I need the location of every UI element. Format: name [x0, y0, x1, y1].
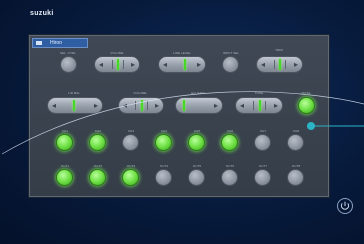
arrow-right-icon: ▸: [93, 101, 98, 110]
line-level-slider[interactable]: ◂ ▸: [158, 56, 206, 73]
level-marker: [73, 100, 75, 111]
out1-button[interactable]: [56, 169, 73, 186]
control-label: CH7: [259, 129, 267, 133]
window-tab[interactable]: Hiroo: [32, 38, 88, 48]
trim-slider[interactable]: ◂ ▸: [256, 56, 303, 73]
control-label: OUT3: [126, 164, 136, 168]
ch4-button[interactable]: [155, 134, 172, 151]
ch8-button[interactable]: [287, 134, 304, 151]
window-tab-label: Hiroo: [50, 40, 62, 46]
control-label: VOLUME: [133, 91, 147, 95]
volume-slider-2[interactable]: ◂ ▸: [118, 97, 164, 114]
window-icon: [36, 41, 42, 45]
ch3-button[interactable]: [122, 134, 139, 151]
arrow-right-icon: ▸: [130, 60, 135, 69]
control-label: OUT4: [159, 164, 169, 168]
arrow-right-icon: ▸: [154, 101, 159, 110]
level-marker: [183, 100, 185, 111]
ch6-button[interactable]: [221, 134, 238, 151]
control-label: L/R BAL: [68, 91, 80, 95]
control-label: LINE LEVEL: [173, 51, 191, 55]
tone-slider[interactable]: ◂ ▸: [235, 97, 283, 114]
mute-button[interactable]: [298, 97, 315, 114]
control-label: CH5: [193, 129, 201, 133]
volume-slider[interactable]: ◂ ▸: [94, 56, 140, 73]
control-label: TRIM: [275, 48, 283, 52]
arrow-right-icon: ▸: [213, 101, 218, 110]
out5-button[interactable]: [188, 169, 205, 186]
control-label: VOLUME: [110, 51, 124, 55]
out4-button[interactable]: [155, 169, 172, 186]
input-sel-button[interactable]: [222, 56, 239, 73]
power-button[interactable]: [337, 198, 353, 214]
arrow-left-icon: ◂: [261, 60, 266, 69]
device-panel: suzuki Hiroo SEL. CTRL VOLUME ◂ ▸ LINE L…: [0, 0, 364, 244]
control-label: CH8: [292, 129, 300, 133]
out7-button[interactable]: [254, 169, 271, 186]
ch2-button[interactable]: [89, 134, 106, 151]
arrow-left-icon: ◂: [123, 101, 128, 110]
control-label: CH1: [61, 129, 69, 133]
control-label: MUTE: [301, 91, 311, 95]
out6-button[interactable]: [221, 169, 238, 186]
brand-logo: suzuki: [30, 10, 54, 17]
sel-ctrl-button[interactable]: [60, 56, 77, 73]
control-label: OUT8: [291, 164, 301, 168]
control-label: OUT6: [225, 164, 235, 168]
level-marker: [259, 100, 261, 111]
control-label: INPUT SEL: [222, 51, 240, 55]
power-icon: [340, 201, 350, 210]
control-label: CH3: [127, 129, 135, 133]
level-marker: [141, 100, 143, 111]
ch7-button[interactable]: [254, 134, 271, 151]
arrow-left-icon: ◂: [240, 101, 245, 110]
control-label: CH6: [226, 129, 234, 133]
balance-slider[interactable]: ◂ ▸: [47, 97, 103, 114]
control-label: OUT2: [93, 164, 103, 168]
level-marker: [184, 59, 186, 70]
level-marker: [117, 59, 119, 70]
out3-button[interactable]: [122, 169, 139, 186]
control-screen: Hiroo SEL. CTRL VOLUME ◂ ▸ LINE LEVEL ◂ …: [29, 35, 329, 197]
arrow-left-icon: ◂: [163, 60, 168, 69]
control-label: OUT5: [192, 164, 202, 168]
control-label: CH4: [160, 129, 168, 133]
level-marker: [279, 59, 281, 70]
out8-button[interactable]: [287, 169, 304, 186]
control-label: CH2: [94, 129, 102, 133]
arrow-right-icon: ▸: [293, 60, 298, 69]
arrow-left-icon: ◂: [99, 60, 104, 69]
control-label: OUT7: [258, 164, 268, 168]
ch5-button[interactable]: [188, 134, 205, 151]
ch1-button[interactable]: [56, 134, 73, 151]
eq-gain-slider[interactable]: ▸: [175, 97, 223, 114]
control-label: EQ GAIN: [191, 91, 205, 95]
control-label: OUT1: [60, 164, 70, 168]
out2-button[interactable]: [89, 169, 106, 186]
arrow-right-icon: ▸: [273, 101, 278, 110]
control-label: SEL. CTRL: [59, 51, 77, 55]
control-label: TONE: [254, 91, 264, 95]
arrow-left-icon: ◂: [52, 101, 57, 110]
arrow-right-icon: ▸: [196, 60, 201, 69]
